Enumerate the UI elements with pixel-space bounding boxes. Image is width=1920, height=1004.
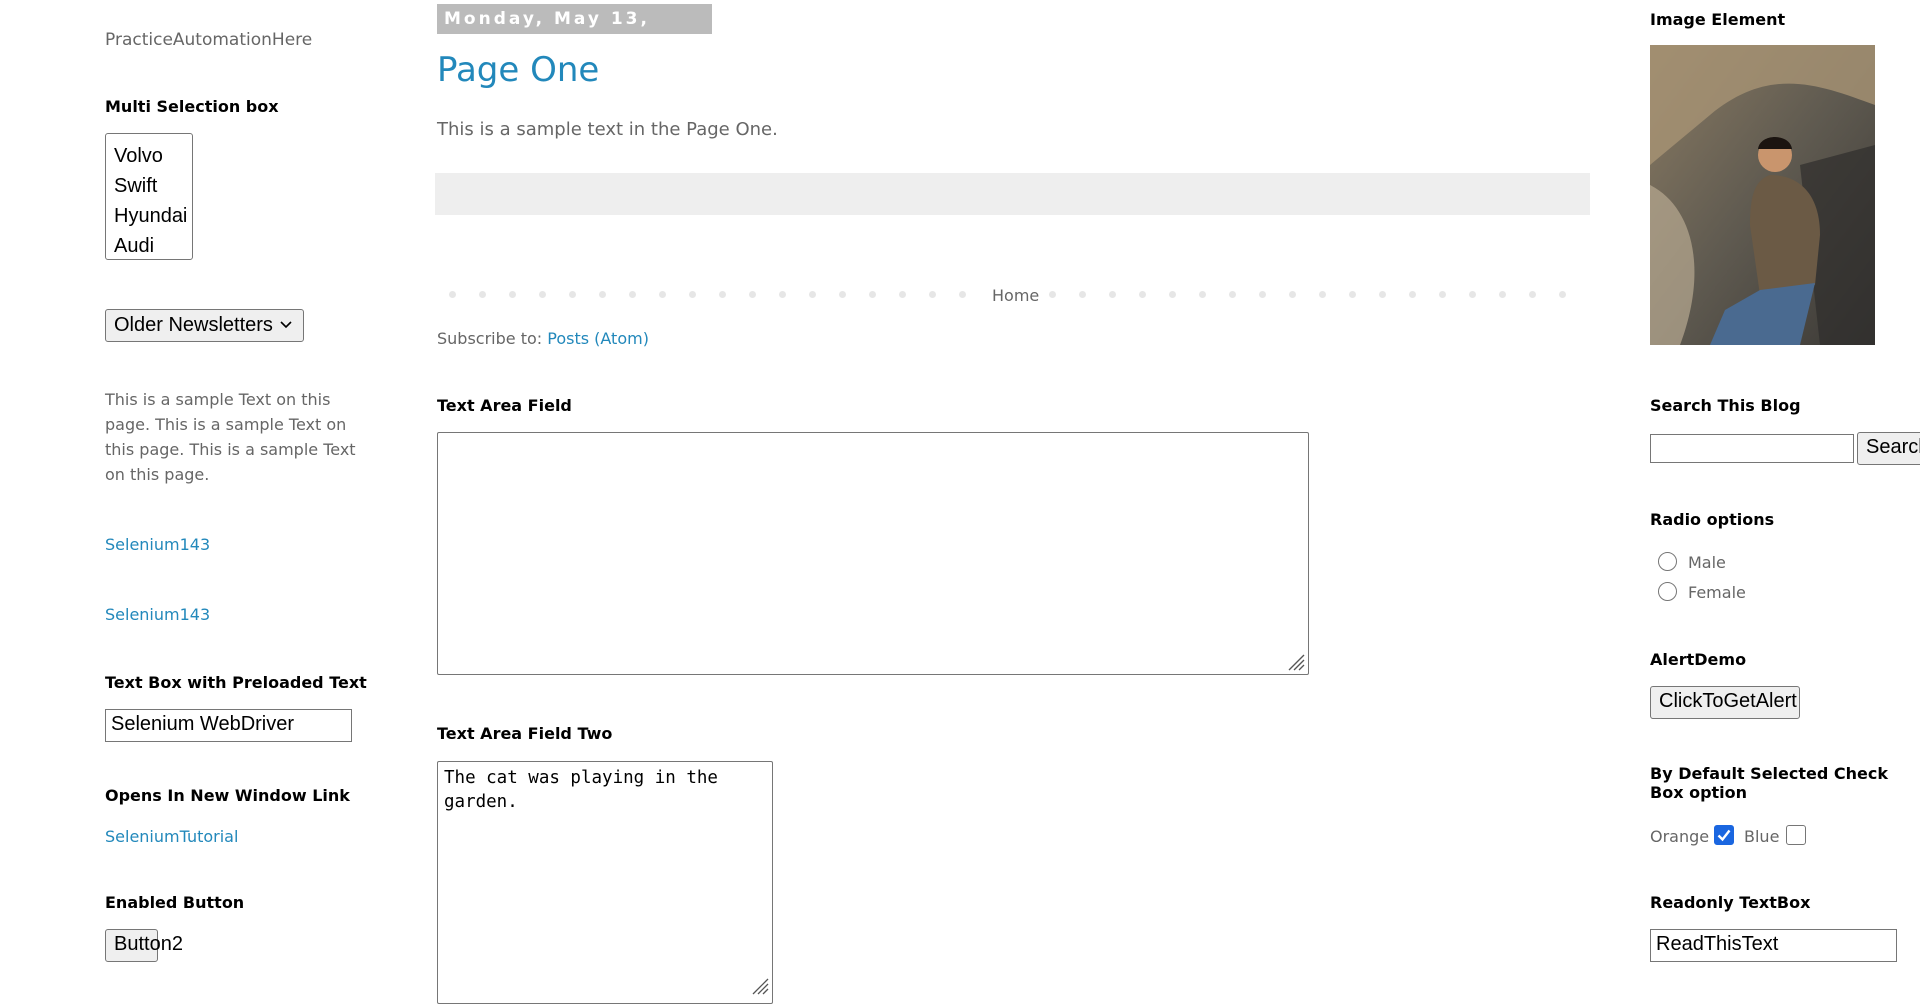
selenium143-link-1[interactable]: Selenium143: [105, 535, 210, 554]
selenium-tutorial-link[interactable]: SeleniumTutorial: [105, 827, 238, 846]
newsletters-dropdown[interactable]: Older Newsletters: [105, 309, 304, 342]
multi-select-option[interactable]: Swift: [106, 171, 192, 201]
pager-dot: [1379, 291, 1386, 298]
pager-dot: [749, 291, 756, 298]
readonly-textbox: ReadThisText: [1650, 929, 1897, 962]
blue-label: Blue: [1744, 827, 1780, 846]
pager-dot: [1559, 291, 1566, 298]
pager-dot: [959, 291, 966, 298]
blog-title: PracticeAutomationHere: [105, 30, 313, 50]
pager-dot: [1469, 291, 1476, 298]
pager-dot: [1169, 291, 1176, 298]
pager-dot: [719, 291, 726, 298]
post-footer-bar: [435, 173, 1590, 215]
image-element-title: Image Element: [1650, 10, 1786, 29]
search-button[interactable]: Search: [1857, 432, 1920, 465]
readonly-title: Readonly TextBox: [1650, 893, 1811, 912]
alert-demo-title: AlertDemo: [1650, 650, 1747, 669]
selenium143-link-2[interactable]: Selenium143: [105, 605, 210, 624]
radio-male[interactable]: [1658, 552, 1677, 571]
pager-dot: [479, 291, 486, 298]
enabled-button-title: Enabled Button: [105, 893, 245, 912]
radio-female[interactable]: [1658, 582, 1677, 601]
pager-dot: [929, 291, 936, 298]
pager-dot: [1259, 291, 1266, 298]
pager-dot: [689, 291, 696, 298]
pager-dot: [809, 291, 816, 298]
textarea-two-title: Text Area Field Two: [437, 724, 613, 743]
pager-dot: [1199, 291, 1206, 298]
post-body: This is a sample text in the Page One.: [437, 119, 778, 140]
resize-grip-icon[interactable]: [749, 975, 769, 995]
multi-select-option[interactable]: Volvo: [106, 141, 192, 171]
pager-dot: [899, 291, 906, 298]
radio-male-label: Male: [1688, 553, 1726, 572]
preloaded-textbox[interactable]: Selenium WebDriver: [105, 709, 352, 742]
search-input[interactable]: [1650, 434, 1854, 463]
pager-dot: [869, 291, 876, 298]
orange-label: Orange: [1650, 827, 1710, 846]
pager-dot: [1229, 291, 1236, 298]
pager-dot: [1289, 291, 1296, 298]
pager-dot: [509, 291, 516, 298]
sample-text: This is a sample Text on this page. This…: [105, 390, 356, 484]
pager-dot: [1439, 291, 1446, 298]
multi-select-box[interactable]: Volvo Swift Hyundai Audi: [105, 133, 193, 260]
textarea-two-value: The cat was playing in the garden.: [444, 768, 718, 812]
new-window-title: Opens In New Window Link: [105, 786, 350, 805]
textarea-one[interactable]: [437, 432, 1309, 675]
blue-checkbox[interactable]: [1786, 825, 1806, 845]
home-link[interactable]: Home: [989, 286, 1043, 305]
textarea-one-title: Text Area Field: [437, 396, 572, 415]
preloaded-textbox-title: Text Box with Preloaded Text: [105, 673, 367, 692]
pager-dot: [1529, 291, 1536, 298]
pager-dot: [1349, 291, 1356, 298]
radio-female-label: Female: [1688, 583, 1746, 602]
multi-select-option[interactable]: Audi: [106, 231, 192, 261]
orange-checkbox[interactable]: [1714, 825, 1734, 845]
dropdown-selected-value: Older Newsletters: [114, 314, 273, 336]
search-blog-title: Search This Blog: [1650, 396, 1801, 415]
pager-dot: [1409, 291, 1416, 298]
pager-dot: [599, 291, 606, 298]
pager-dot: [1139, 291, 1146, 298]
pager-dot: [839, 291, 846, 298]
pager-dot: [539, 291, 546, 298]
post-title[interactable]: Page One: [437, 50, 599, 90]
pager-dot: [659, 291, 666, 298]
subscribe-atom-link[interactable]: Posts (Atom): [547, 329, 649, 348]
button2[interactable]: Button2: [105, 929, 183, 962]
multi-select-option[interactable]: Hyundai: [106, 201, 192, 231]
checkbox-title: By Default Selected Check Box option: [1650, 764, 1889, 802]
subscribe-label: Subscribe to:: [437, 329, 543, 348]
date-header: Monday, May 13, 2013: [437, 4, 712, 59]
pager-dot: [1049, 291, 1056, 298]
textarea-two[interactable]: The cat was playing in the garden.: [437, 761, 773, 1004]
pager-dot: [1319, 291, 1326, 298]
profile-photo: [1650, 45, 1875, 345]
pager-dot: [1109, 291, 1116, 298]
pager-dot: [779, 291, 786, 298]
resize-grip-icon[interactable]: [1285, 651, 1305, 671]
pager-dot: [1499, 291, 1506, 298]
chevron-down-icon: [279, 313, 293, 340]
multi-select-title: Multi Selection box: [105, 97, 279, 116]
subscribe-row: Subscribe to: Posts (Atom): [437, 329, 649, 348]
click-to-get-alert-button[interactable]: ClickToGetAlert: [1650, 686, 1800, 719]
checkmark-icon: [1717, 829, 1731, 842]
radio-options-title: Radio options: [1650, 510, 1775, 529]
pager-dot: [569, 291, 576, 298]
pager-dot: [1079, 291, 1086, 298]
pager-dot: [449, 291, 456, 298]
pager-dot: [629, 291, 636, 298]
